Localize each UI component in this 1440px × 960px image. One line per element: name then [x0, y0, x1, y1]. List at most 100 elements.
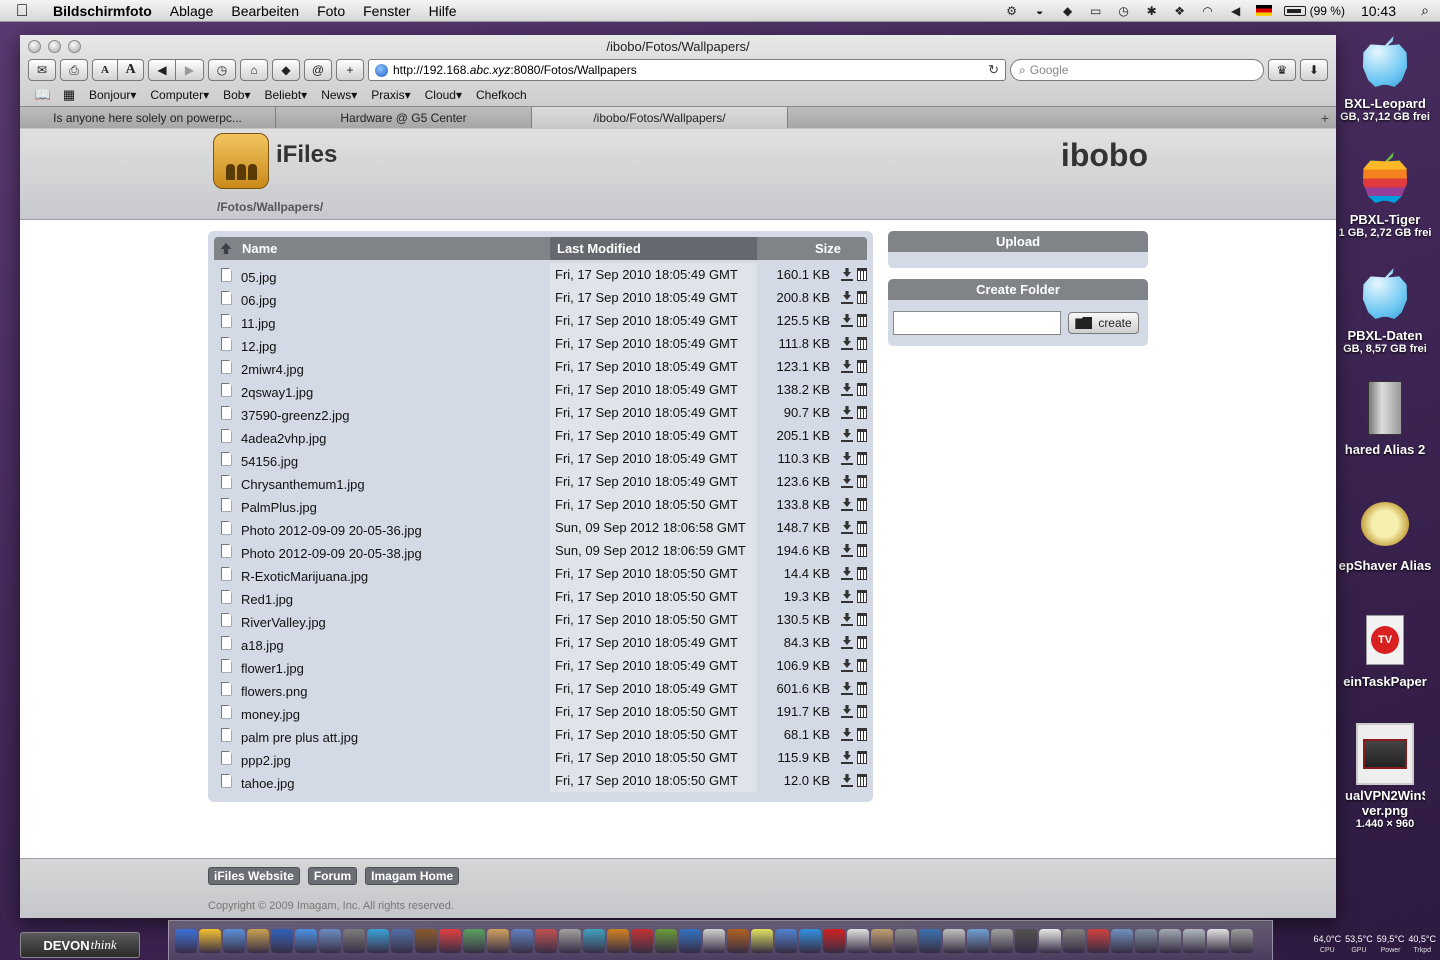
table-row[interactable]: 4adea2vhp.jpg Fri, 17 Sep 2010 18:05:49 G… [214, 424, 867, 447]
snail-button[interactable]: @ [304, 59, 332, 81]
dock-app-icon[interactable] [751, 928, 773, 953]
bookmark-computer[interactable]: Computer▾ [143, 88, 216, 102]
file-name[interactable]: tahoe.jpg [238, 770, 550, 791]
file-name[interactable]: palm pre plus att.jpg [238, 724, 550, 745]
table-row[interactable]: a18.jpg Fri, 17 Sep 2010 18:05:49 GMT 84.3… [214, 631, 867, 654]
download-icon[interactable] [841, 291, 853, 304]
dock-app-icon[interactable] [1063, 928, 1085, 953]
new-tab-button[interactable]: + [1314, 107, 1336, 128]
download-icon[interactable] [841, 659, 853, 672]
file-name[interactable]: R-ExoticMarijuana.jpg [238, 563, 550, 584]
history-button[interactable]: ◷ [208, 59, 236, 81]
menu-fenster[interactable]: Fenster [354, 3, 419, 19]
file-name[interactable]: 11.jpg [238, 310, 550, 331]
crown-button[interactable]: ♛ [1268, 59, 1296, 81]
forum-link[interactable]: Forum [307, 867, 358, 885]
table-row[interactable]: tahoe.jpg Fri, 17 Sep 2010 18:05:50 GMT 12… [214, 769, 867, 792]
file-name[interactable]: 37590-greenz2.jpg [238, 402, 550, 423]
file-name[interactable]: 06.jpg [238, 287, 550, 308]
table-row[interactable]: PalmPlus.jpg Fri, 17 Sep 2010 18:05:50 GM… [214, 493, 867, 516]
table-row[interactable]: 2miwr4.jpg Fri, 17 Sep 2010 18:05:49 GMT 1… [214, 355, 867, 378]
download-icon[interactable] [841, 383, 853, 396]
dock-app-icon[interactable] [1039, 928, 1061, 953]
dock-app-icon[interactable] [511, 928, 533, 953]
tab-wallpapers[interactable]: /ibobo/Fotos/Wallpapers/ [532, 107, 788, 128]
bookmark-praxis[interactable]: Praxis▾ [364, 88, 417, 102]
devonthink-badge[interactable]: DEVON think [20, 932, 140, 958]
trash-icon[interactable] [857, 613, 867, 626]
dock-app-icon[interactable] [271, 928, 293, 953]
dock-app-icon[interactable] [175, 928, 197, 953]
trash-icon[interactable] [857, 452, 867, 465]
table-row[interactable]: flowers.png Fri, 17 Sep 2010 18:05:49 GMT… [214, 677, 867, 700]
dock-app-icon[interactable] [223, 928, 245, 953]
download-icon[interactable] [841, 452, 853, 465]
file-name[interactable]: flowers.png [238, 678, 550, 699]
download-icon[interactable] [841, 521, 853, 534]
file-name[interactable]: PalmPlus.jpg [238, 494, 550, 515]
file-name[interactable]: 2miwr4.jpg [238, 356, 550, 377]
download-icon[interactable] [841, 682, 853, 695]
search-field[interactable]: ⌕ Google [1010, 59, 1264, 81]
file-name[interactable]: ppp2.jpg [238, 747, 550, 768]
disk-status-icon[interactable]: ◒ [1026, 0, 1054, 22]
download-icon[interactable] [841, 337, 853, 350]
dock-app-icon[interactable] [847, 928, 869, 953]
spotlight-icon[interactable]: ⌕ [1410, 2, 1440, 19]
download-icon[interactable] [841, 636, 853, 649]
table-row[interactable]: palm pre plus att.jpg Fri, 17 Sep 2010 18… [214, 723, 867, 746]
download-icon[interactable] [841, 314, 853, 327]
dock-app-icon[interactable] [967, 928, 989, 953]
trash-icon[interactable] [857, 705, 867, 718]
apple-menu-icon[interactable]:  [0, 1, 44, 21]
desktop-item-leopard[interactable]: BXL-Leopard GB, 37,12 GB frei [1330, 32, 1440, 123]
dock-app-icon[interactable] [1231, 928, 1253, 953]
upload-button[interactable]: Upload [888, 231, 1148, 252]
book-icon[interactable]: 📖 [30, 87, 56, 103]
trash-icon[interactable] [857, 383, 867, 396]
table-row[interactable]: Chrysanthemum1.jpg Fri, 17 Sep 2010 18:05… [214, 470, 867, 493]
reload-icon[interactable]: ↻ [988, 62, 999, 78]
bookmark-cloud[interactable]: Cloud▾ [418, 88, 469, 102]
bookmark-bob[interactable]: Bob▾ [216, 88, 257, 102]
file-name[interactable]: money.jpg [238, 701, 550, 722]
table-row[interactable]: Photo 2012-09-09 20-05-36.jpg Sun, 09 Sep… [214, 516, 867, 539]
file-name[interactable]: Red1.jpg [238, 586, 550, 607]
folder-name-input[interactable] [893, 311, 1061, 335]
gear-status-icon[interactable]: ⚙ [998, 0, 1026, 22]
dock-app-icon[interactable] [799, 928, 821, 953]
font-smaller-button[interactable]: A [92, 59, 118, 81]
dock-app-icon[interactable] [463, 928, 485, 953]
table-row[interactable]: 12.jpg Fri, 17 Sep 2010 18:05:49 GMT 111.8… [214, 332, 867, 355]
table-row[interactable]: 54156.jpg Fri, 17 Sep 2010 18:05:49 GMT 11… [214, 447, 867, 470]
menu-app[interactable]: Bildschirmfoto [44, 3, 161, 19]
table-row[interactable]: RiverValley.jpg Fri, 17 Sep 2010 18:05:50… [214, 608, 867, 631]
dock-app-icon[interactable] [415, 928, 437, 953]
volume-icon[interactable]: ◀ [1222, 0, 1250, 22]
trash-icon[interactable] [857, 544, 867, 557]
file-name[interactable]: Photo 2012-09-09 20-05-38.jpg [238, 540, 550, 561]
table-row[interactable]: 11.jpg Fri, 17 Sep 2010 18:05:49 GMT 125.5… [214, 309, 867, 332]
download-icon[interactable] [841, 475, 853, 488]
menu-hilfe[interactable]: Hilfe [420, 3, 466, 19]
imagam-home-link[interactable]: Imagam Home [365, 867, 460, 885]
dropbox-icon[interactable]: ❖ [1166, 0, 1194, 22]
table-row[interactable]: 06.jpg Fri, 17 Sep 2010 18:05:49 GMT 200.8… [214, 286, 867, 309]
dock-app-icon[interactable] [1135, 928, 1157, 953]
download-icon[interactable] [841, 705, 853, 718]
downloads-button[interactable]: ⬇ [1300, 59, 1328, 81]
file-name[interactable]: RiverValley.jpg [238, 609, 550, 630]
download-icon[interactable] [841, 544, 853, 557]
trash-icon[interactable] [857, 521, 867, 534]
dock-app-icon[interactable] [199, 928, 221, 953]
column-name[interactable]: Name [238, 241, 550, 256]
trash-icon[interactable] [857, 590, 867, 603]
dock-app-icon[interactable] [319, 928, 341, 953]
home-button[interactable]: ⌂ [240, 59, 268, 81]
bluetooth-icon[interactable]: ✱ [1138, 0, 1166, 22]
dock-app-icon[interactable] [487, 928, 509, 953]
desktop-item-taskpaper[interactable]: TV einTaskPaper [1330, 610, 1440, 689]
dock-app-icon[interactable] [583, 928, 605, 953]
display-status-icon[interactable]: ▭ [1082, 0, 1110, 22]
trash-icon[interactable] [857, 682, 867, 695]
